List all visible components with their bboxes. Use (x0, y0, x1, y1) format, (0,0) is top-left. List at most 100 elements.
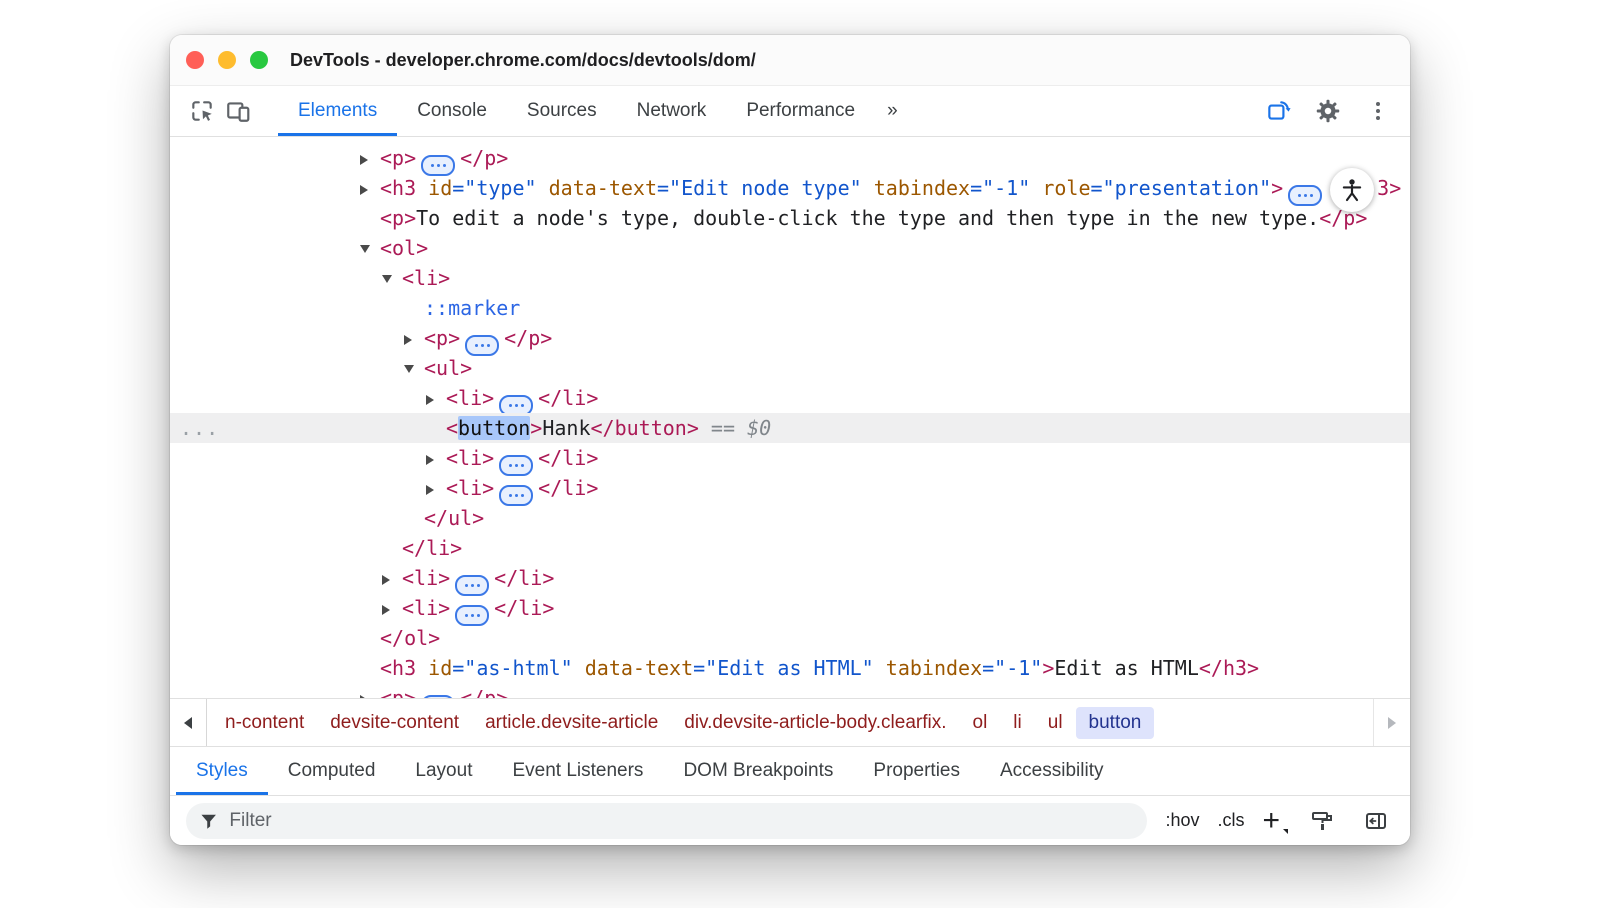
styles-filter-bar: :hov .cls + (170, 795, 1410, 845)
panel-tab-styles[interactable]: Styles (176, 747, 268, 795)
dom-node-line[interactable]: <h3 id="type" data-text="Edit node type"… (170, 173, 1410, 203)
dom-node-line[interactable]: <p></p> (170, 143, 1410, 173)
disclosure-right-icon[interactable] (426, 473, 446, 503)
panel-tab-computed[interactable]: Computed (268, 747, 396, 795)
dom-node-line[interactable]: ::marker (170, 293, 1410, 323)
panel-tab-dom-breakpoints[interactable]: DOM Breakpoints (663, 747, 853, 795)
dom-node-line[interactable]: <li></li> (170, 443, 1410, 473)
filter-input[interactable] (227, 809, 1133, 833)
tab-network[interactable]: Network (617, 86, 727, 136)
dom-node-line[interactable]: <p></p> (170, 323, 1410, 353)
panel-tab-event-listeners[interactable]: Event Listeners (492, 747, 663, 795)
disclosure-right-icon[interactable] (382, 593, 402, 623)
rendering-emulation-icon[interactable] (1304, 803, 1340, 839)
inspect-icon[interactable] (184, 93, 220, 129)
disclosure-right-icon[interactable] (426, 383, 446, 413)
token-text: To edit a node's type, double-click the … (416, 206, 1319, 230)
settings-gear-icon[interactable] (1310, 93, 1346, 129)
breadcrumb-item-article-devsite-article[interactable]: article.devsite-article (472, 707, 671, 739)
breadcrumb-item-li[interactable]: li (1000, 707, 1034, 739)
dom-node-line[interactable]: <h3 id="as-html" data-text="Edit as HTML… (170, 653, 1410, 683)
more-options-kebab-icon[interactable] (1360, 93, 1396, 129)
token-val: ="Edit as HTML" (693, 656, 874, 680)
devtools-window: DevTools - developer.chrome.com/docs/dev… (170, 35, 1410, 845)
disclosure-right-icon[interactable] (360, 683, 380, 698)
panel-tab-accessibility[interactable]: Accessibility (980, 747, 1123, 795)
disclosure-right-icon[interactable] (404, 323, 424, 353)
token-val: ="Edit node type" (657, 176, 862, 200)
chevron-right-icon (1388, 717, 1396, 729)
token-attr: id (428, 656, 452, 680)
zoom-window-icon[interactable] (250, 51, 268, 69)
token-tag: 3> (1377, 176, 1401, 200)
breadcrumb: n-contentdevsite-contentarticle.devsite-… (170, 698, 1410, 746)
disclosure-right-icon[interactable] (360, 143, 380, 173)
token-tag: <li> (446, 476, 494, 500)
breadcrumb-item-ol[interactable]: ol (960, 707, 1001, 739)
token-tag: <h3 (380, 176, 428, 200)
tab-sources[interactable]: Sources (507, 86, 617, 136)
token-marker: ::marker (424, 296, 520, 320)
token-attr: data-text (585, 656, 693, 680)
disclosure-down-icon[interactable] (360, 233, 380, 263)
token-tag: <li> (446, 386, 494, 410)
dom-node-line[interactable]: <ol> (170, 233, 1410, 263)
dom-node-line[interactable]: </ul> (170, 503, 1410, 533)
dom-tree: <p></p><h3 id="type" data-text="Edit nod… (170, 137, 1410, 698)
disclosure-down-icon[interactable] (382, 263, 402, 293)
panel-tab-properties[interactable]: Properties (853, 747, 980, 795)
breadcrumb-scroll-left-button[interactable] (170, 699, 207, 746)
token-plain (573, 656, 585, 680)
dom-node-line[interactable]: </li> (170, 533, 1410, 563)
dom-node-line[interactable]: <p></p> (170, 683, 1410, 698)
tab-elements[interactable]: Elements (278, 86, 397, 136)
disclosure-right-icon[interactable] (360, 173, 380, 203)
tab-performance[interactable]: Performance (726, 86, 875, 136)
token-sel: button (458, 416, 530, 440)
device-toolbar-icon[interactable] (220, 93, 256, 129)
token-tag: <p> (380, 206, 416, 230)
breadcrumb-scroll-right-button[interactable] (1373, 699, 1410, 746)
dom-node-line[interactable]: <li> (170, 263, 1410, 293)
dom-node-line[interactable]: <li></li> (170, 563, 1410, 593)
element-classes-button[interactable]: .cls (1217, 810, 1244, 831)
token-tag: <p> (424, 326, 460, 350)
token-val: ="type" (452, 176, 536, 200)
token-tag: </li> (538, 386, 598, 410)
page-background: DevTools - developer.chrome.com/docs/dev… (0, 0, 1600, 908)
panel-tab-layout[interactable]: Layout (395, 747, 492, 795)
filter-input-box[interactable] (186, 803, 1147, 839)
token-tag: </h3> (1199, 656, 1259, 680)
tab-console[interactable]: Console (397, 86, 507, 136)
disclosure-right-icon[interactable] (426, 443, 446, 473)
dom-node-line[interactable]: <li> </li> (170, 473, 1410, 503)
toggle-element-state-button[interactable]: :hov (1165, 810, 1199, 831)
token-tag: </ul> (424, 506, 484, 530)
more-tabs-chevron-icon[interactable]: » (875, 100, 910, 122)
breadcrumb-item-ul[interactable]: ul (1035, 707, 1076, 739)
new-style-rule-button[interactable]: + (1262, 806, 1286, 836)
dom-node-line[interactable]: ...<button>Hank</button> == $0 (170, 413, 1410, 443)
token-tag: </li> (538, 476, 598, 500)
breadcrumb-item-button[interactable]: button (1076, 707, 1155, 739)
token-text: Edit as HTML (1054, 656, 1199, 680)
token-tag: > (1042, 656, 1054, 680)
dom-node-line[interactable]: <li></li> (170, 593, 1410, 623)
token-tag: </ol> (380, 626, 440, 650)
row-more-indicator: ... (180, 413, 219, 443)
disclosure-right-icon[interactable] (382, 563, 402, 593)
close-window-icon[interactable] (186, 51, 204, 69)
screencast-icon[interactable] (1260, 93, 1296, 129)
breadcrumb-item-div-devsite-article-body-clearfix-[interactable]: div.devsite-article-body.clearfix. (671, 707, 959, 739)
disclosure-down-icon[interactable] (404, 353, 424, 383)
dom-node-line[interactable]: <li> </li> (170, 383, 1410, 413)
dom-node-line[interactable]: <p>To edit a node's type, double-click t… (170, 203, 1410, 233)
minimize-window-icon[interactable] (218, 51, 236, 69)
dom-node-line[interactable]: </ol> (170, 623, 1410, 653)
breadcrumb-item-devsite-content[interactable]: devsite-content (317, 707, 472, 739)
breadcrumb-item-n-content[interactable]: n-content (212, 707, 317, 739)
toggle-sidebar-icon[interactable] (1358, 803, 1394, 839)
token-tag: </button> (591, 416, 699, 440)
dom-node-line[interactable]: <ul> (170, 353, 1410, 383)
token-plain (537, 176, 549, 200)
